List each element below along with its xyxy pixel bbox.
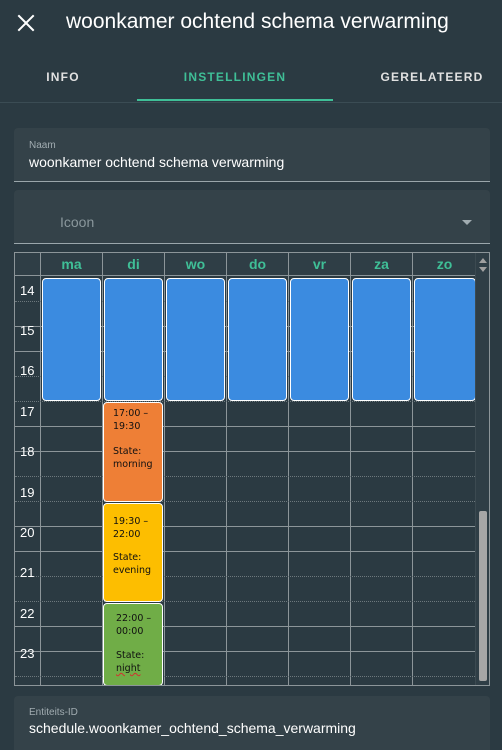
grid-half-hour-line: [15, 401, 477, 402]
day-header-ma: ma: [41, 253, 103, 276]
scroll-down-arrow-icon[interactable]: [479, 267, 487, 272]
schedule-grid[interactable]: ma di wo do vr za zo 14 15 16 17 18 19 2…: [14, 252, 490, 686]
tab-gerelateerd[interactable]: GERELATEERD: [372, 52, 492, 102]
tab-info[interactable]: INFO: [22, 52, 104, 102]
day-header-do: do: [227, 253, 289, 276]
grid-column-line: [164, 276, 165, 685]
schedule-block[interactable]: [290, 278, 349, 401]
block-time-start: 17:00 –: [113, 408, 149, 419]
grid-hour-line: [15, 651, 477, 652]
hour-label-21: 21: [20, 565, 35, 580]
hour-label-15: 15: [20, 323, 35, 338]
grid-column-line: [226, 276, 227, 685]
hour-label-22: 22: [20, 606, 35, 621]
dialog-header: woonkamer ochtend schema verwarming: [0, 0, 502, 50]
schedule-block-night[interactable]: 22:00 – 00:00 State: night: [103, 603, 163, 685]
hour-label-18: 18: [20, 444, 35, 459]
day-header-di: di: [103, 253, 165, 276]
dialog-title: woonkamer ochtend schema verwarming: [66, 10, 449, 33]
grid-hour-line: [15, 526, 477, 527]
day-header-za: za: [351, 253, 413, 276]
icon-field-label: Icoon: [60, 214, 95, 230]
grid-half-hour-line: [15, 601, 477, 602]
hour-label-16: 16: [20, 363, 35, 378]
schedule-block[interactable]: [352, 278, 411, 401]
schedule-block-evening[interactable]: 19:30 – 22:00 State: evening: [103, 503, 163, 602]
grid-column-line: [350, 276, 351, 685]
day-header-vr: vr: [289, 253, 351, 276]
grid-hour-line: [15, 626, 477, 627]
tab-bar: INFO INSTELLINGEN GERELATEERD: [0, 52, 502, 102]
hour-label-23: 23: [20, 646, 35, 661]
block-time-end: 19:30: [113, 421, 141, 432]
entity-id-value: schedule.woonkamer_ochtend_schema_verwar…: [29, 720, 356, 736]
schedule-scrollbar[interactable]: [475, 253, 489, 685]
block-time-start: 19:30 –: [113, 516, 149, 527]
grid-half-hour-line: [15, 501, 477, 502]
name-field-value: woonkamer ochtend schema verwarming: [29, 154, 285, 170]
grid-half-hour-line: [15, 476, 477, 477]
grid-column-line: [412, 276, 413, 685]
grid-half-hour-line: [15, 576, 477, 577]
name-field-label: Naam: [29, 140, 56, 151]
active-tab-indicator: [137, 99, 333, 101]
grid-corner: [15, 253, 41, 276]
dropdown-arrow-icon[interactable]: [462, 220, 472, 225]
close-button[interactable]: [10, 7, 42, 39]
schedule-block[interactable]: [166, 278, 225, 401]
scroll-up-arrow-icon[interactable]: [479, 258, 487, 263]
entity-id-field[interactable]: Entiteits-ID schedule.woonkamer_ochtend_…: [14, 696, 490, 750]
schedule-block-morning[interactable]: 17:00 – 19:30 State: morning: [103, 402, 163, 502]
block-time-end: 00:00: [116, 626, 144, 637]
name-field[interactable]: Naam woonkamer ochtend schema verwarming: [14, 128, 490, 182]
schedule-block[interactable]: [414, 278, 476, 401]
schedule-block[interactable]: [42, 278, 101, 401]
schedule-block[interactable]: [228, 278, 287, 401]
grid-hour-line: [15, 551, 477, 552]
day-header-wo: wo: [165, 253, 227, 276]
tabs-divider: [0, 102, 502, 103]
hour-label-20: 20: [20, 525, 35, 540]
block-state-label: State:: [116, 650, 145, 661]
block-state-label: State:: [113, 552, 142, 563]
grid-hour-line: [15, 426, 477, 427]
hour-label-14: 14: [20, 283, 35, 298]
block-state-value: night: [116, 663, 141, 674]
block-state-value: morning: [113, 459, 153, 470]
block-time-start: 22:00 –: [116, 613, 152, 624]
grid-column-line: [288, 276, 289, 685]
schedule-block[interactable]: [104, 278, 163, 401]
block-state-value: evening: [113, 565, 152, 576]
tab-instellingen[interactable]: INSTELLINGEN: [137, 52, 333, 102]
day-header-zo: zo: [413, 253, 477, 276]
grid-column-line: [40, 276, 41, 685]
grid-hour-line: [15, 451, 477, 452]
hour-label-17: 17: [20, 404, 35, 419]
block-state-label: State:: [113, 446, 142, 457]
scroll-thumb[interactable]: [479, 511, 487, 681]
close-icon: [17, 14, 35, 32]
icon-field[interactable]: Icoon: [14, 190, 490, 244]
grid-half-hour-line: [15, 676, 477, 677]
entity-id-label: Entiteits-ID: [29, 707, 78, 718]
hour-label-19: 19: [20, 485, 35, 500]
block-time-end: 22:00: [113, 529, 141, 540]
